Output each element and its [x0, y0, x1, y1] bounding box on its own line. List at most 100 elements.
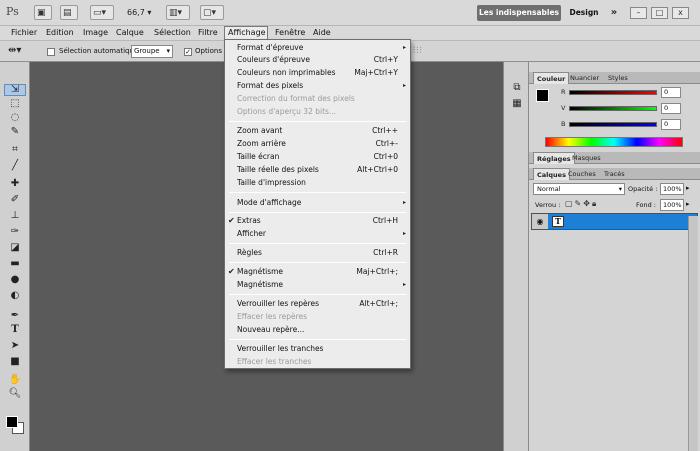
layers-scrollbar[interactable] — [688, 216, 698, 451]
menu-item[interactable]: ✔ Extras Ctrl+H — [225, 215, 410, 227]
panel-actions-icon[interactable]: ▦ — [508, 98, 526, 110]
pen-icon[interactable]: ✒ — [6, 310, 24, 322]
tab-traces[interactable]: Tracés — [601, 168, 628, 180]
menu-item[interactable]: Zoom arrière Ctrl+- — [225, 138, 410, 150]
zoom-level-field[interactable]: 66,7 ▾ — [121, 5, 159, 20]
menu-item[interactable]: Nouveau repère... — [225, 324, 410, 336]
foreground-color-swatch[interactable] — [6, 416, 18, 428]
menu-item: Correction du format des pixels — [225, 93, 410, 105]
arrange-documents-button[interactable]: ▥▾ — [166, 5, 190, 20]
opacity-arrow-icon[interactable]: ▸ — [686, 184, 690, 192]
foreground-swatch[interactable] — [536, 89, 549, 102]
more-workspaces-button[interactable]: » — [607, 5, 621, 21]
move-icon[interactable]: ⇲ — [4, 84, 26, 96]
tools-panel: ⇲ ⬚ ◌ ✎ ⌗ ╱ ✚ ✐ ⊥ ✑ ◪ ▬ ● ◐ ✒ T ➤ ■ ✋ 🔍︎ — [0, 62, 30, 451]
submenu-arrow-icon: ▸ — [402, 230, 406, 237]
history-brush-icon[interactable]: ✑ — [6, 226, 24, 238]
hand-icon[interactable]: ✋ — [6, 374, 24, 386]
opacity-field[interactable]: 100% — [660, 183, 684, 195]
align-distribute-icons[interactable]: ⫶⫶⫶ — [413, 46, 423, 56]
eyedropper-icon[interactable]: ╱ — [6, 160, 24, 172]
channel-r-label: R — [561, 88, 566, 96]
type-icon[interactable]: T — [6, 324, 24, 336]
menu-item[interactable]: Couleurs d'épreuve Ctrl+Y — [225, 54, 410, 66]
lasso-icon[interactable]: ◌ — [6, 112, 24, 124]
menu-item[interactable]: Taille d'impression — [225, 177, 410, 189]
bridge-button[interactable]: ▣ — [34, 5, 52, 20]
channel-v-slider[interactable] — [569, 106, 657, 111]
menu-affichage[interactable]: Affichage — [224, 26, 268, 40]
menu-fenetre[interactable]: Fenêtre — [272, 26, 308, 40]
transform-controls-checkbox[interactable]: ✓ — [184, 48, 192, 56]
eraser-icon[interactable]: ◪ — [6, 242, 24, 254]
tab-couches[interactable]: Couches — [565, 168, 599, 180]
marquee-icon[interactable]: ⬚ — [6, 98, 24, 110]
path-select-icon[interactable]: ➤ — [6, 340, 24, 352]
menu-separator — [229, 243, 406, 244]
menu-calque[interactable]: Calque — [113, 26, 147, 40]
menu-filtre[interactable]: Filtre — [195, 26, 221, 40]
submenu-arrow-icon: ▸ — [402, 199, 406, 206]
crop-icon[interactable]: ⌗ — [6, 144, 24, 156]
menu-item[interactable]: Règles Ctrl+R — [225, 247, 410, 259]
clone-stamp-icon[interactable]: ⊥ — [6, 210, 24, 222]
color-spectrum-ramp[interactable] — [545, 137, 683, 147]
menu-item[interactable]: Afficher ▸ — [225, 228, 410, 240]
menu-item[interactable]: Taille réelle des pixels Alt+Ctrl+0 — [225, 164, 410, 176]
menu-aide[interactable]: Aide — [310, 26, 334, 40]
blend-mode-select[interactable]: Normal ▾ — [533, 183, 625, 195]
channel-b-value[interactable]: 0 — [661, 119, 681, 130]
workspace-design-button[interactable]: Design — [565, 5, 603, 21]
zoom-icon[interactable]: 🔍︎ — [6, 388, 24, 400]
menu-item[interactable]: Magnétisme ▸ — [225, 279, 410, 291]
mini-bridge-button[interactable]: ▤ — [60, 5, 78, 20]
tab-masques[interactable]: Masques — [569, 152, 604, 164]
menu-edition[interactable]: Edition — [43, 26, 77, 40]
lock-icons[interactable]: ▢✎✥🔒︎ — [565, 199, 598, 209]
screen-mode-button[interactable]: ▢▾ — [200, 5, 224, 20]
channel-b-slider[interactable] — [569, 122, 657, 127]
fill-field[interactable]: 100% — [660, 199, 684, 211]
view-extras-button[interactable]: ▭▾ — [90, 5, 114, 20]
menu-item[interactable]: Taille écran Ctrl+0 — [225, 151, 410, 163]
eye-icon[interactable]: ◉ — [532, 214, 548, 229]
menu-item[interactable]: ✔ Magnétisme Maj+Ctrl+; — [225, 266, 410, 278]
workspace-essentials-button[interactable]: Les indispensables — [477, 5, 561, 21]
close-button[interactable]: x — [672, 7, 689, 19]
menu-item[interactable]: Verrouiller les repères Alt+Ctrl+; — [225, 298, 410, 310]
arrange-icon: ▥▾ — [169, 8, 183, 18]
menu-item[interactable]: Couleurs non imprimables Maj+Ctrl+Y — [225, 67, 410, 79]
menu-item: Effacer les repères — [225, 311, 410, 323]
menu-image[interactable]: Image — [80, 26, 111, 40]
channel-r-value[interactable]: 0 — [661, 87, 681, 98]
menu-item[interactable]: Format d'épreuve ▸ — [225, 42, 410, 54]
menu-item[interactable]: Mode d'affichage ▸ — [225, 197, 410, 209]
menu-item[interactable]: Format des pixels ▸ — [225, 80, 410, 92]
fill-arrow-icon[interactable]: ▸ — [686, 200, 690, 208]
maximize-button[interactable]: □ — [651, 7, 668, 19]
tab-couleur[interactable]: Couleur — [533, 72, 570, 84]
menu-item-label: Correction du format des pixels — [237, 94, 355, 103]
move-tool-preset-icon[interactable]: ⇹▾ — [8, 45, 21, 56]
gradient-icon[interactable]: ▬ — [6, 258, 24, 270]
channel-r-slider[interactable] — [569, 90, 657, 95]
menu-item[interactable]: Zoom avant Ctrl++ — [225, 125, 410, 137]
quick-select-icon[interactable]: ✎ — [6, 126, 24, 138]
minimize-button[interactable]: – — [630, 7, 647, 19]
healing-icon[interactable]: ✚ — [6, 178, 24, 190]
panel-history-icon[interactable]: ⧉ — [508, 82, 526, 94]
menu-fichier[interactable]: Fichier — [8, 26, 40, 40]
shape-icon[interactable]: ■ — [6, 356, 24, 368]
menu-item[interactable]: Verrouiller les tranches — [225, 343, 410, 355]
channel-v-value[interactable]: 0 — [661, 103, 681, 114]
opacity-label: Opacité : — [628, 185, 658, 193]
tab-styles[interactable]: Styles — [605, 72, 631, 84]
brush-icon[interactable]: ✐ — [6, 194, 24, 206]
layer-row[interactable]: ◉ T — [531, 213, 698, 230]
blur-icon[interactable]: ● — [6, 274, 24, 286]
menu-selection[interactable]: Sélection — [151, 26, 194, 40]
dodge-icon[interactable]: ◐ — [6, 290, 24, 302]
auto-select-checkbox[interactable] — [47, 48, 55, 56]
tab-nuancier[interactable]: Nuancier — [567, 72, 602, 84]
auto-select-dropdown[interactable]: Groupe ▾ — [131, 45, 173, 58]
